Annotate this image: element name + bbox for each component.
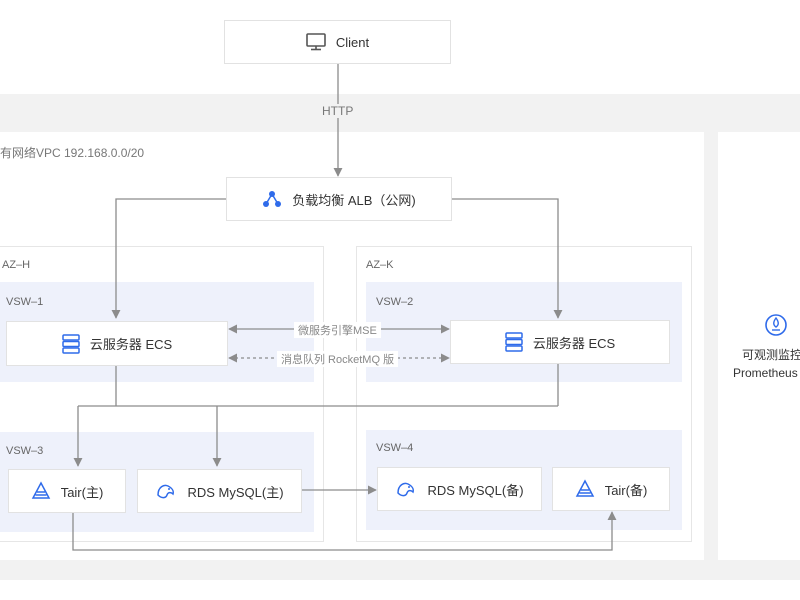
tair-main-node[interactable]: Tair(主) <box>8 469 126 513</box>
mq-label: 消息队列 RocketMQ 版 <box>277 351 399 367</box>
tair-icon <box>575 479 595 499</box>
tair-replication-line <box>72 511 617 551</box>
observability-sublabel: Prometheus <box>733 366 798 380</box>
client-label: Client <box>335 34 370 50</box>
monitor-icon <box>306 33 326 51</box>
alb-node[interactable]: 负载均衡 ALB（公网) <box>226 177 452 221</box>
alb-to-ecs-h-line <box>111 198 226 319</box>
http-label: HTTP <box>318 104 358 118</box>
ecs-node-az-k[interactable]: 云服务器 ECS <box>450 320 670 364</box>
server-icon <box>62 333 80 354</box>
tair-standby-node[interactable]: Tair(备) <box>552 467 670 511</box>
prometheus-icon <box>762 312 790 338</box>
rds-main-node[interactable]: RDS MySQL(主) <box>137 469 302 513</box>
rds-standby-node[interactable]: RDS MySQL(备) <box>377 467 542 511</box>
observability-label: 可观测监控 <box>742 348 800 362</box>
server-icon <box>505 332 523 352</box>
ecs-label-az-h: 云服务器 ECS <box>89 337 173 352</box>
client-node[interactable]: Client <box>224 20 451 64</box>
rds-standby-label: RDS MySQL(备) <box>427 482 524 498</box>
rds-mysql-icon <box>155 481 177 501</box>
tair-standby-label: Tair(备) <box>604 482 648 498</box>
tair-main-label: Tair(主) <box>60 484 104 500</box>
alb-label: 负载均衡 ALB（公网) <box>292 192 416 208</box>
rds-main-label: RDS MySQL(主) <box>187 484 284 500</box>
rds-mysql-icon <box>395 479 417 499</box>
mse-label: 微服务引擎MSE <box>294 322 381 338</box>
ecs-label-az-k: 云服务器 ECS <box>532 335 616 351</box>
tair-icon <box>31 481 51 501</box>
alb-to-ecs-k-line <box>452 198 563 319</box>
ecs-node-az-h[interactable]: 云服务器 ECS <box>6 321 228 366</box>
load-balancer-icon <box>262 190 282 208</box>
